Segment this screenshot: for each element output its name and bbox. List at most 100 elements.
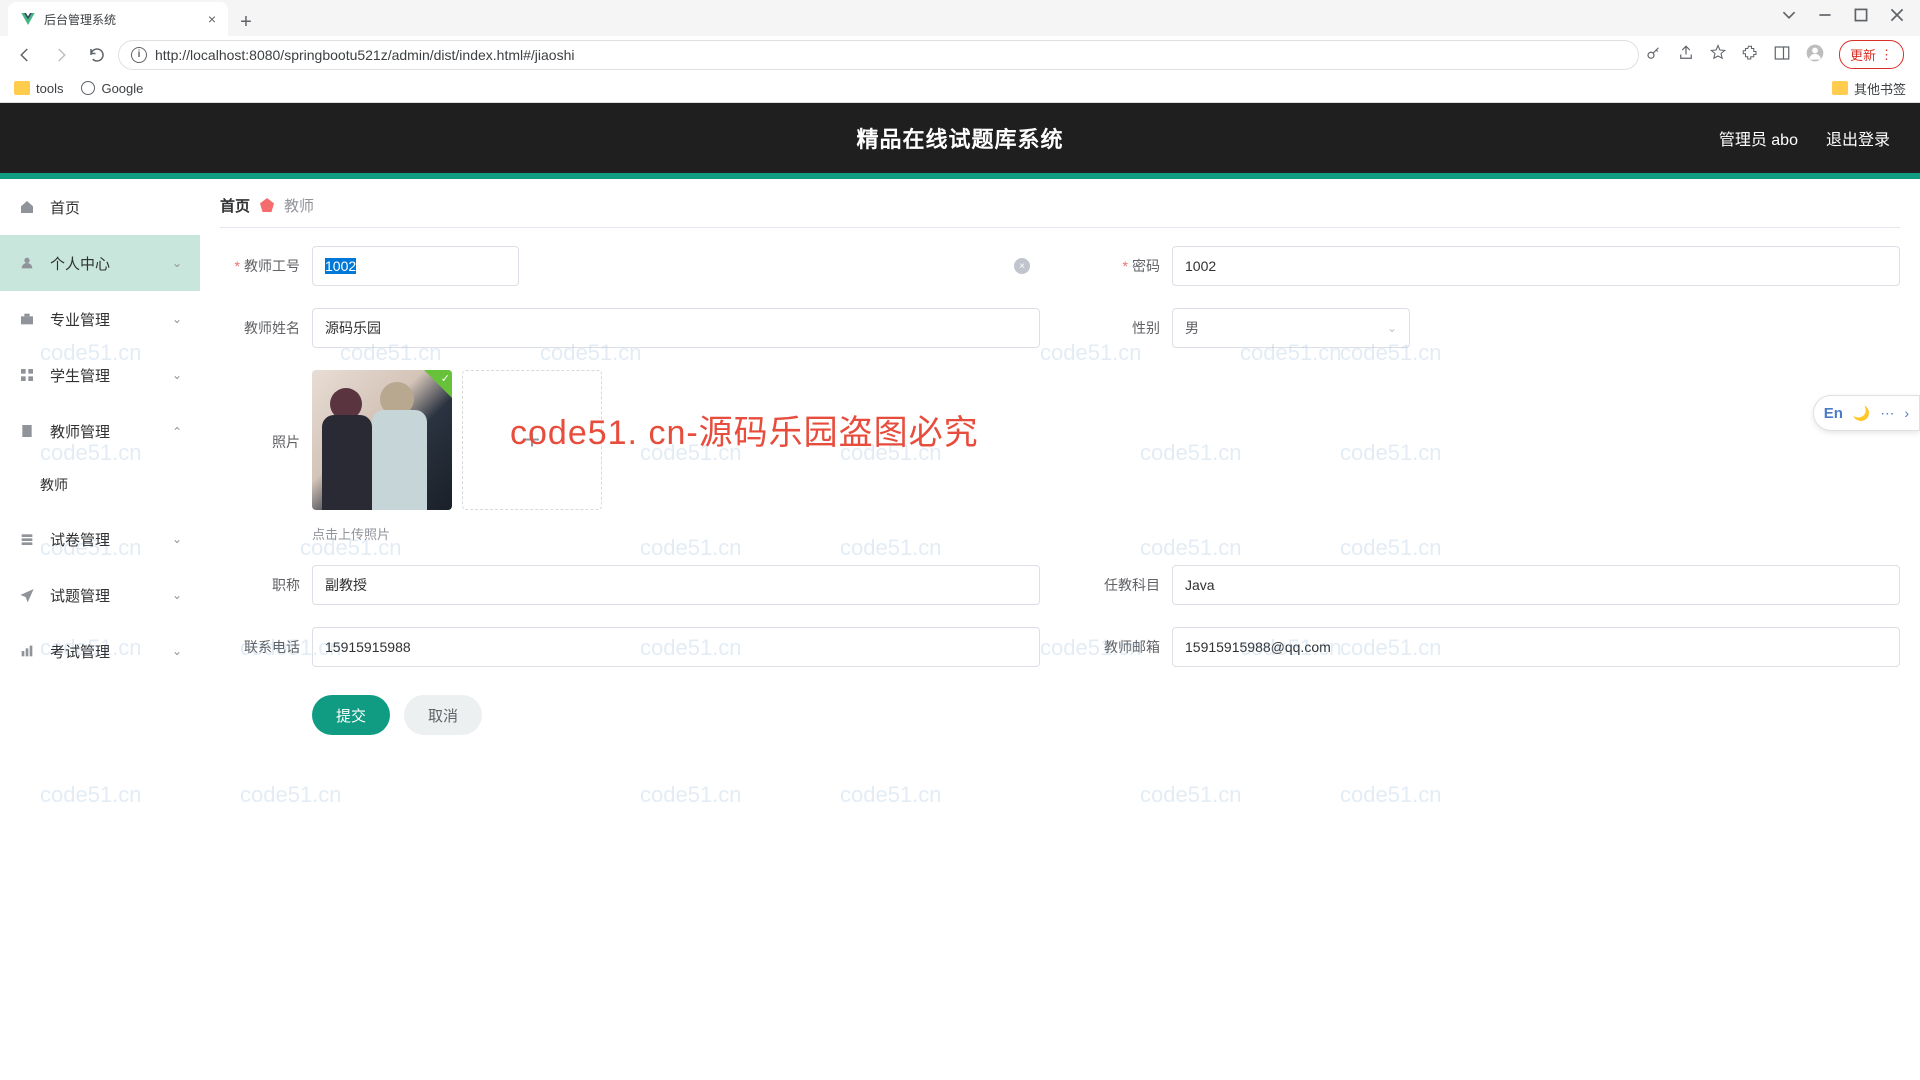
user-icon: [18, 254, 36, 272]
breadcrumb-home[interactable]: 首页: [220, 195, 250, 216]
bookmark-bar: tools Google 其他书签: [0, 73, 1920, 103]
gender-select[interactable]: 男 ⌄: [1172, 308, 1410, 348]
sidebar-item-label: 教师管理: [50, 421, 110, 442]
sidebar-item-profile[interactable]: 个人中心 ⌄: [0, 235, 200, 291]
chevron-down-icon: ⌄: [172, 532, 182, 546]
teacher-form: *教师工号 × *密码 教师姓名 性别: [220, 246, 1920, 735]
browser-chrome: 后台管理系统 × + i http://localhost:8080/sprin…: [0, 0, 1920, 103]
breadcrumb: 首页 教师: [220, 179, 1920, 223]
close-window-icon[interactable]: [1890, 8, 1904, 22]
bookmark-star-icon[interactable]: [1709, 44, 1727, 65]
key-icon[interactable]: [1645, 44, 1663, 65]
url-box[interactable]: i http://localhost:8080/springbootu521z/…: [118, 40, 1639, 70]
folder-icon: [14, 81, 30, 95]
send-icon: [18, 586, 36, 604]
case-icon: [18, 310, 36, 328]
teacher-name-input[interactable]: [312, 308, 1040, 348]
bookmark-google[interactable]: Google: [81, 81, 143, 96]
close-tab-icon[interactable]: ×: [208, 11, 216, 27]
logout-link[interactable]: 退出登录: [1826, 126, 1890, 150]
sidebar: 首页 个人中心 ⌄ 专业管理 ⌄ 学生管理 ⌄ 教师管理 ⌄ 教师 试卷管理 ⌄: [0, 179, 200, 1080]
new-tab-button[interactable]: +: [232, 8, 260, 36]
sidebar-item-student[interactable]: 学生管理 ⌄: [0, 347, 200, 403]
reload-button[interactable]: [82, 40, 112, 70]
sidebar-item-label: 首页: [50, 197, 80, 218]
window-controls: [1770, 0, 1916, 30]
phone-input[interactable]: [312, 627, 1040, 667]
ime-mode[interactable]: En: [1824, 405, 1843, 422]
app-title: 精品在线试题库系统: [0, 122, 1920, 154]
clear-input-icon[interactable]: ×: [1014, 258, 1030, 274]
password-input[interactable]: [1172, 246, 1900, 286]
gender-value: 男: [1185, 318, 1199, 338]
label-photo: 照片: [220, 370, 300, 452]
chart-icon: [18, 642, 36, 660]
ime-toolbar[interactable]: En 🌙 ⋯ ›: [1813, 395, 1920, 431]
home-icon: [18, 198, 36, 216]
breadcrumb-sep-icon: [260, 198, 274, 212]
share-icon[interactable]: [1677, 44, 1695, 65]
chevron-up-icon: ⌄: [172, 424, 182, 438]
layers-icon: [18, 530, 36, 548]
upload-hint: 点击上传照片: [312, 524, 602, 543]
check-icon: [424, 370, 452, 398]
browser-tab[interactable]: 后台管理系统 ×: [8, 2, 228, 36]
sidebar-item-label: 考试管理: [50, 641, 110, 662]
sidebar-item-exam[interactable]: 考试管理 ⌄: [0, 623, 200, 679]
app-header: 精品在线试题库系统 管理员 abo 退出登录: [0, 103, 1920, 173]
chevron-down-icon: ⌄: [1387, 321, 1397, 335]
sidebar-item-label: 个人中心: [50, 253, 110, 274]
chevron-down-icon[interactable]: [1782, 8, 1796, 22]
sidebar-item-home[interactable]: 首页: [0, 179, 200, 235]
sidebar-item-question[interactable]: 试题管理 ⌄: [0, 567, 200, 623]
extensions-icon[interactable]: [1741, 44, 1759, 65]
sidebar-item-teacher[interactable]: 教师管理 ⌄: [0, 403, 200, 459]
tab-strip: 后台管理系统 × +: [0, 0, 1920, 36]
sidebar-item-paper[interactable]: 试卷管理 ⌄: [0, 511, 200, 567]
sidebar-item-major[interactable]: 专业管理 ⌄: [0, 291, 200, 347]
profile-icon[interactable]: [1805, 43, 1825, 66]
chevron-down-icon: ⌄: [172, 644, 182, 658]
minimize-icon[interactable]: [1818, 8, 1832, 22]
address-bar-row: i http://localhost:8080/springbootu521z/…: [0, 36, 1920, 73]
forward-button[interactable]: [46, 40, 76, 70]
bookmark-tools[interactable]: tools: [14, 81, 63, 96]
sidebar-item-label: 试题管理: [50, 585, 110, 606]
upload-photo-button[interactable]: +: [462, 370, 602, 510]
label-password: *密码: [1080, 256, 1160, 276]
email-input[interactable]: [1172, 627, 1900, 667]
chevron-down-icon: ⌄: [172, 256, 182, 270]
photo-thumbnail[interactable]: [312, 370, 452, 510]
breadcrumb-current: 教师: [284, 195, 314, 216]
sidebar-item-label: 专业管理: [50, 309, 110, 330]
dots-icon[interactable]: ⋯: [1880, 405, 1894, 422]
label-teacher-name: 教师姓名: [220, 318, 300, 338]
vue-icon: [20, 11, 36, 27]
chevron-down-icon: ⌄: [172, 588, 182, 602]
bookmark-other[interactable]: 其他书签: [1832, 79, 1906, 98]
chevron-right-icon[interactable]: ›: [1904, 405, 1909, 421]
info-icon[interactable]: i: [131, 47, 147, 63]
subject-input[interactable]: [1172, 565, 1900, 605]
teacher-id-input[interactable]: [312, 246, 519, 286]
maximize-icon[interactable]: [1854, 8, 1868, 22]
plus-icon: +: [524, 424, 540, 456]
side-panel-icon[interactable]: [1773, 44, 1791, 65]
sidebar-sub-teacher[interactable]: 教师: [0, 459, 200, 511]
label-subject: 任教科目: [1080, 575, 1160, 595]
chevron-down-icon: ⌄: [172, 312, 182, 326]
label-email: 教师邮箱: [1080, 637, 1160, 657]
submit-button[interactable]: 提交: [312, 695, 390, 735]
title-input[interactable]: [312, 565, 1040, 605]
update-button[interactable]: 更新⋮: [1839, 40, 1904, 69]
label-gender: 性别: [1080, 318, 1160, 338]
moon-icon[interactable]: 🌙: [1853, 405, 1870, 422]
cancel-button[interactable]: 取消: [404, 695, 482, 735]
folder-icon: [1832, 81, 1848, 95]
sidebar-item-label: 试卷管理: [50, 529, 110, 550]
sidebar-item-label: 学生管理: [50, 365, 110, 386]
user-role[interactable]: 管理员 abo: [1719, 126, 1798, 150]
back-button[interactable]: [10, 40, 40, 70]
label-title: 职称: [220, 575, 300, 595]
grid-icon: [18, 366, 36, 384]
